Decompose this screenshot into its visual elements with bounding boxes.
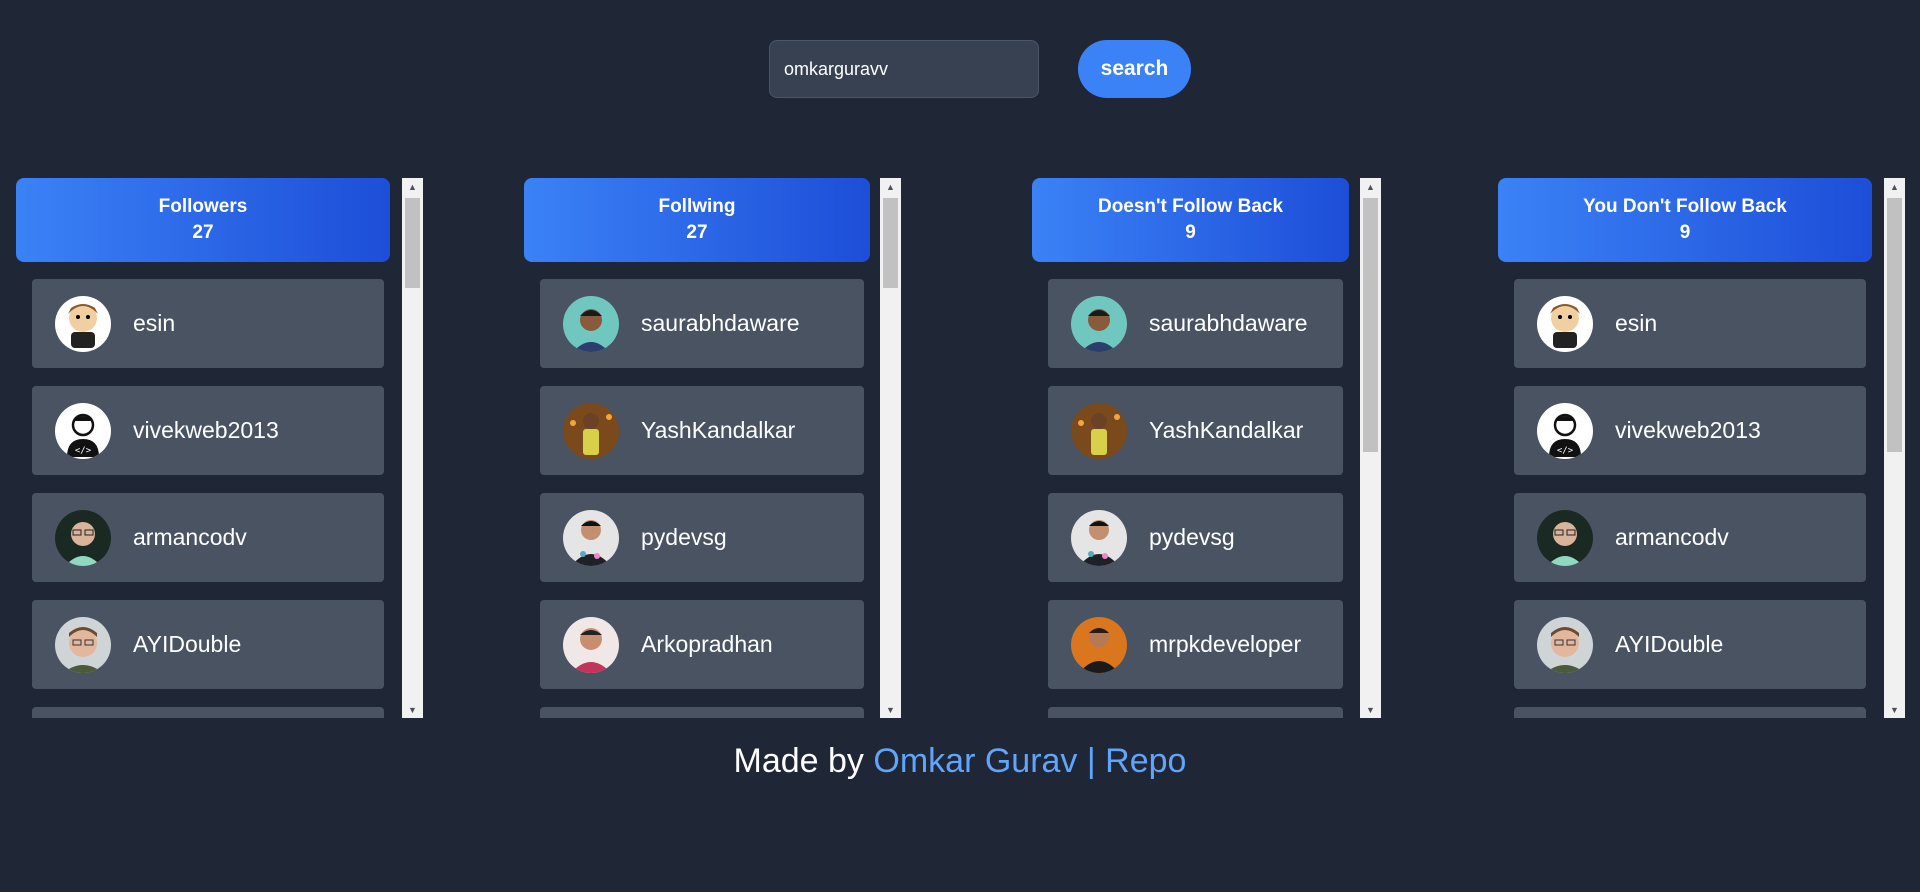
- developer-avatar: </>: [1537, 402, 1593, 459]
- user-card[interactable]: [1514, 707, 1866, 718]
- scrollbar-thumb[interactable]: [1363, 198, 1378, 452]
- scroll-down-arrow-icon[interactable]: ▼: [1884, 701, 1905, 718]
- scroll-down-arrow-icon[interactable]: ▼: [880, 701, 901, 718]
- username[interactable]: YashKandalkar: [1149, 417, 1303, 444]
- photo-avatar: [1071, 509, 1127, 566]
- footer-prefix: Made by: [733, 742, 874, 780]
- column-title: You Don't Follow Back: [1583, 196, 1787, 217]
- cartoon-avatar: [1537, 295, 1593, 352]
- username[interactable]: saurabhdaware: [1149, 310, 1308, 337]
- user-card[interactable]: AYIDouble: [32, 600, 384, 689]
- photo-avatar: [1537, 616, 1593, 673]
- username[interactable]: mrpkdeveloper: [1149, 631, 1301, 658]
- photo-avatar: [1071, 295, 1127, 352]
- followers-column: Followers 27 esin </> vivekweb2013 arman…: [16, 178, 423, 718]
- user-card[interactable]: saurabhdaware: [540, 279, 864, 368]
- search-button[interactable]: search: [1078, 40, 1191, 98]
- following-column: Follwing 27 saurabhdaware YashKandalkar …: [524, 178, 902, 718]
- username[interactable]: AYIDouble: [1615, 631, 1723, 658]
- photo-avatar: [563, 616, 619, 673]
- user-card[interactable]: </> vivekweb2013: [1514, 386, 1866, 475]
- photo-avatar: [563, 509, 619, 566]
- username[interactable]: pydevsg: [1149, 524, 1235, 551]
- user-card[interactable]: </> vivekweb2013: [32, 386, 384, 475]
- user-card[interactable]: YashKandalkar: [1048, 386, 1343, 475]
- user-card[interactable]: saurabhdaware: [1048, 279, 1343, 368]
- scrollbar[interactable]: ▲ ▼: [1884, 178, 1905, 718]
- photo-avatar: [55, 509, 111, 566]
- photo-avatar: [1071, 402, 1127, 459]
- user-card[interactable]: AYIDouble: [1514, 600, 1866, 689]
- developer-avatar: </>: [55, 402, 111, 459]
- photo-avatar: [563, 402, 619, 459]
- scroll-up-arrow-icon[interactable]: ▲: [1884, 178, 1905, 195]
- column-count: 9: [1679, 222, 1691, 243]
- username-search-input[interactable]: [769, 40, 1039, 98]
- user-card[interactable]: pydevsg: [540, 493, 864, 582]
- following-list[interactable]: saurabhdaware YashKandalkar pydevsg Arko…: [540, 279, 864, 718]
- user-card[interactable]: mrpkdeveloper: [1048, 600, 1343, 689]
- column-count: 27: [192, 222, 214, 243]
- user-card[interactable]: [540, 707, 864, 718]
- doesnt-follow-back-list[interactable]: saurabhdaware YashKandalkar pydevsg mrpk…: [1048, 279, 1343, 718]
- footer: Made by Omkar Gurav | Repo: [0, 742, 1920, 781]
- user-card[interactable]: Arkopradhan: [540, 600, 864, 689]
- user-card[interactable]: [1048, 707, 1343, 718]
- cartoon-avatar: [55, 295, 111, 352]
- scrollbar-thumb[interactable]: [405, 198, 420, 288]
- scroll-up-arrow-icon[interactable]: ▲: [1360, 178, 1381, 195]
- username[interactable]: pydevsg: [641, 524, 727, 551]
- username[interactable]: armancodv: [133, 524, 247, 551]
- username[interactable]: vivekweb2013: [1615, 417, 1761, 444]
- username[interactable]: AYIDouble: [133, 631, 241, 658]
- doesnt-follow-back-column: Doesn't Follow Back 9 saurabhdaware Yash…: [1032, 178, 1382, 718]
- username[interactable]: armancodv: [1615, 524, 1729, 551]
- scrollbar[interactable]: ▲ ▼: [1360, 178, 1381, 718]
- column-count: 9: [1185, 222, 1196, 243]
- user-card[interactable]: armancodv: [1514, 493, 1866, 582]
- user-card[interactable]: YashKandalkar: [540, 386, 864, 475]
- scroll-down-arrow-icon[interactable]: ▼: [402, 701, 423, 718]
- footer-separator: |: [1077, 742, 1106, 780]
- user-card[interactable]: armancodv: [32, 493, 384, 582]
- search-bar: search: [769, 40, 1191, 98]
- doesnt-follow-back-header: Doesn't Follow Back 9: [1032, 178, 1349, 262]
- scroll-down-arrow-icon[interactable]: ▼: [1360, 701, 1381, 718]
- username[interactable]: esin: [133, 310, 175, 337]
- followers-header: Followers 27: [16, 178, 390, 262]
- author-link[interactable]: Omkar Gurav: [873, 742, 1077, 780]
- username[interactable]: saurabhdaware: [641, 310, 800, 337]
- scroll-up-arrow-icon[interactable]: ▲: [402, 178, 423, 195]
- scrollbar-thumb[interactable]: [1887, 198, 1902, 452]
- column-title: Follwing: [658, 196, 736, 217]
- user-card[interactable]: esin: [32, 279, 384, 368]
- repo-link[interactable]: Repo: [1105, 742, 1186, 780]
- followers-list[interactable]: esin </> vivekweb2013 armancodv AYIDoubl…: [32, 279, 384, 718]
- you-dont-follow-back-list[interactable]: esin </> vivekweb2013 armancodv AYIDoubl…: [1514, 279, 1866, 718]
- scrollbar-thumb[interactable]: [883, 198, 898, 288]
- scrollbar[interactable]: ▲ ▼: [880, 178, 901, 718]
- svg-text:</>: </>: [75, 446, 92, 456]
- scroll-up-arrow-icon[interactable]: ▲: [880, 178, 901, 195]
- column-count: 27: [686, 222, 708, 243]
- you-dont-follow-back-header: You Don't Follow Back 9: [1498, 178, 1872, 262]
- scrollbar[interactable]: ▲ ▼: [402, 178, 423, 718]
- username[interactable]: YashKandalkar: [641, 417, 795, 444]
- photo-avatar: [55, 616, 111, 673]
- svg-text:</>: </>: [1557, 446, 1574, 456]
- user-card[interactable]: esin: [1514, 279, 1866, 368]
- username[interactable]: esin: [1615, 310, 1657, 337]
- photo-avatar: [1537, 509, 1593, 566]
- column-title: Followers: [158, 196, 248, 217]
- photo-avatar: [1071, 616, 1127, 673]
- username[interactable]: vivekweb2013: [133, 417, 279, 444]
- photo-avatar: [563, 295, 619, 352]
- user-card[interactable]: pydevsg: [1048, 493, 1343, 582]
- username[interactable]: Arkopradhan: [641, 631, 773, 658]
- user-card[interactable]: [32, 707, 384, 718]
- you-dont-follow-back-column: You Don't Follow Back 9 esin </> vivekwe…: [1498, 178, 1905, 718]
- following-header: Follwing 27: [524, 178, 870, 262]
- column-title: Doesn't Follow Back: [1097, 196, 1284, 217]
